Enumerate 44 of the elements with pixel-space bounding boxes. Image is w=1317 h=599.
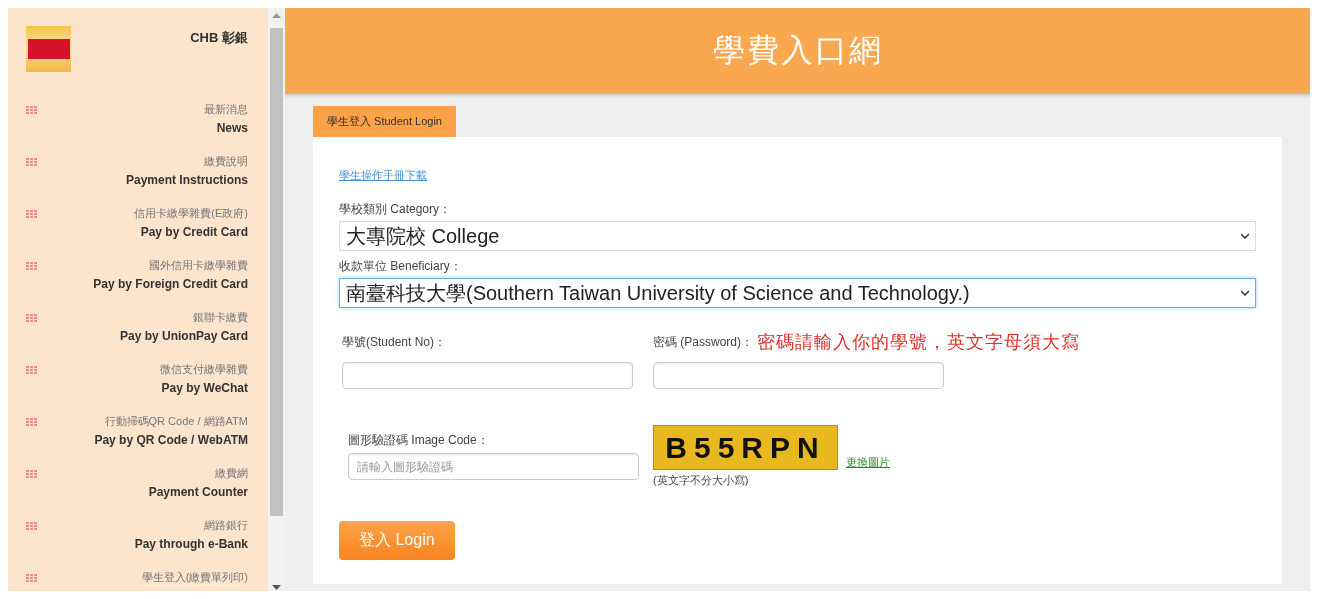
chevron-down-icon (1241, 290, 1249, 296)
menu-link[interactable]: 國外信用卡繳學雜費 Pay by Foreign Credit Card (93, 258, 248, 295)
brand-name: CHB 彰銀 (190, 29, 248, 47)
grid-icon (26, 158, 38, 167)
menu-link[interactable]: 繳費說明 Payment Instructions (125, 154, 248, 191)
scroll-down-icon[interactable] (272, 585, 281, 591)
menu-link[interactable]: 學生登入(繳費單列印) (141, 570, 248, 585)
password-field[interactable] (653, 362, 944, 389)
menu-link[interactable]: 行動掃碼QR Code / 網路ATM Pay by QR Code / WebATM (94, 414, 248, 451)
bank-logo (26, 26, 71, 72)
scrollbar[interactable] (268, 8, 285, 591)
beneficiary-select[interactable]: 南臺科技大學(Southern Taiwan University of Science and Technology.) (339, 278, 1256, 308)
menu-link[interactable]: 網路銀行 Pay through e-Bank (134, 518, 248, 555)
manual-download-link[interactable]: 學生操作手冊下載 (339, 169, 427, 181)
password-note: 密碼請輸入你的學號，英文字母須大寫 (757, 330, 1080, 354)
image-code-field[interactable]: 請輸入圖形驗證碼 (348, 453, 639, 480)
field-label: 收款單位 Beneficiary： (339, 258, 463, 275)
menu-link[interactable]: 信用卡繳學雜費(E政府) Pay by Credit Card (134, 206, 248, 243)
chevron-down-icon (1241, 233, 1249, 239)
grid-icon (26, 106, 38, 115)
page-title: 學費入口網 (712, 30, 883, 71)
grid-icon (26, 210, 38, 219)
captcha-image: B55RPN (653, 425, 838, 470)
grid-icon (26, 366, 38, 375)
menu-link[interactable]: 繳費網 Payment Counter (148, 466, 248, 503)
refresh-image-link[interactable]: 更換圖片 (846, 455, 890, 470)
grid-icon (26, 470, 38, 479)
field-label: 圖形驗證碼 Image Code： (348, 432, 490, 449)
captcha-hint: (英文字不分大小寫) (653, 473, 750, 488)
grid-icon (26, 262, 38, 271)
grid-icon (26, 418, 38, 427)
grid-icon (26, 314, 38, 323)
student-no-field[interactable] (342, 362, 633, 389)
scroll-up-icon[interactable] (272, 12, 281, 18)
menu-link[interactable]: 最新消息 News (204, 102, 248, 139)
field-label: 密碼 (Password)： (653, 333, 753, 351)
grid-icon (26, 574, 38, 583)
field-label: 學校類別 Category： (339, 201, 453, 218)
field-label: 學號(Student No)： (342, 334, 448, 351)
grid-icon (26, 522, 38, 531)
menu-link[interactable]: 銀聯卡繳費 Pay by UnionPay Card (119, 310, 248, 347)
login-tab[interactable]: 學生登入 Student Login (313, 106, 456, 137)
category-select[interactable]: 大專院校 College (339, 221, 1256, 251)
menu-link[interactable]: 微信支付繳學雜費 Pay by WeChat (160, 362, 248, 399)
